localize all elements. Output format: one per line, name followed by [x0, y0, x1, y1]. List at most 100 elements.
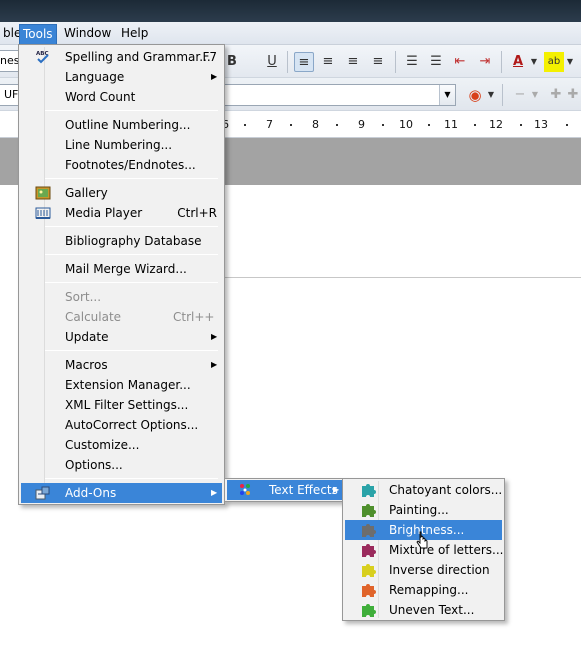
puzzle-piece-icon [362, 604, 376, 617]
ruler-number: 7 [266, 118, 273, 131]
bold-button[interactable]: B [222, 52, 242, 72]
chevron-down-icon[interactable]: ▼ [486, 85, 496, 105]
ruler-number: 11 [444, 118, 458, 131]
menu-item-bibliography[interactable]: Bibliography Database [21, 231, 222, 251]
menu-window[interactable]: Window [61, 26, 114, 43]
menu-item-chatoyant-colors[interactable]: Chatoyant colors... [345, 480, 502, 500]
submenu-arrow-icon: ▶ [211, 360, 218, 369]
menu-separator [45, 178, 218, 179]
menu-item-uneven-text[interactable]: Uneven Text... [345, 600, 502, 620]
ruler-number: 13 [534, 118, 548, 131]
menu-item-line-numbering[interactable]: Line Numbering... [21, 135, 222, 155]
ruler-tick [244, 124, 246, 126]
ruler-number: 9 [358, 118, 365, 131]
menu-item-inverse-direction[interactable]: Inverse direction [345, 560, 502, 580]
ruler-tick [382, 124, 384, 126]
align-center-button[interactable]: ≡ [318, 52, 338, 72]
menu-item-spelling[interactable]: ABC Spelling and Grammar... F7 [21, 47, 222, 67]
ruler-tick [290, 124, 292, 126]
decrease-indent-icon[interactable]: ⇤ [450, 52, 470, 72]
page-margin-line [224, 277, 581, 278]
puzzle-shape [362, 524, 376, 537]
menu-item-media-player[interactable]: Media Player Ctrl+R [21, 203, 222, 223]
ruler-tick [474, 124, 476, 126]
menu-item-sort: Sort... [65, 290, 102, 304]
add-ons-submenu: Text Effects ▶ [224, 478, 345, 502]
menu-separator [45, 350, 218, 351]
menu-item-add-ons[interactable]: Add-Ons ▶ [21, 483, 222, 503]
menu-separator [45, 226, 218, 227]
puzzle-piece-icon [362, 584, 376, 597]
submenu-arrow-icon: ▶ [211, 72, 218, 81]
toolbar-separator [501, 51, 502, 73]
font-name-box[interactable]: nes N [0, 50, 20, 72]
navigator-icon[interactable]: ◉ [465, 85, 485, 105]
underline-button[interactable]: U [262, 52, 282, 72]
mouse-cursor-icon [416, 531, 428, 549]
menu-item-update[interactable]: Update ▶ [21, 327, 222, 347]
menu-item-outline-numbering[interactable]: Outline Numbering... [21, 115, 222, 135]
font-color-icon[interactable]: A [508, 52, 528, 72]
menu-item-calculate: Calculate Ctrl++ [65, 310, 215, 324]
puzzle-piece-icon [362, 564, 376, 577]
submenu-arrow-icon: ▶ [211, 332, 218, 341]
menu-item-word-count[interactable]: Word Count [21, 87, 222, 107]
toolbar-separator [287, 51, 288, 73]
text-effects-icon [240, 484, 250, 495]
menu-item-macros[interactable]: Macros ▶ [21, 355, 222, 375]
align-right-button[interactable]: ≡ [343, 52, 363, 72]
add-ons-icon [35, 486, 50, 500]
url-field[interactable]: UF [0, 84, 20, 106]
menu-separator [45, 110, 218, 111]
menu-item-text-effects[interactable]: Text Effects ▶ [227, 480, 342, 500]
puzzle-piece-icon [362, 544, 376, 557]
ruler-tick [428, 124, 430, 126]
menu-item-painting[interactable]: Painting... [345, 500, 502, 520]
menu-help[interactable]: Help [118, 26, 151, 43]
justify-button[interactable]: ≡ [368, 52, 388, 72]
tools-menu: ABC Spelling and Grammar... F7 Language … [18, 44, 225, 505]
menu-separator [45, 254, 218, 255]
bullets-icon[interactable]: ☰ [426, 52, 446, 72]
puzzle-piece-icon [362, 504, 376, 517]
ruler-number: 12 [489, 118, 503, 131]
increase-indent-icon[interactable]: ⇥ [475, 52, 495, 72]
find-combobox[interactable]: ▼ [224, 84, 456, 106]
menu-item-remapping[interactable]: Remapping... [345, 580, 502, 600]
menu-item-gallery[interactable]: Gallery [21, 183, 222, 203]
ruler-tick [520, 124, 522, 126]
gallery-icon [35, 186, 51, 200]
menu-item-options[interactable]: Options... [21, 455, 222, 475]
menu-item-footnotes[interactable]: Footnotes/Endnotes... [21, 155, 222, 175]
abc-spellcheck-icon: ABC [36, 51, 49, 64]
chevron-down-icon[interactable]: ▼ [439, 85, 455, 105]
previous-icon[interactable]: − [510, 85, 530, 105]
menu-item-mail-merge[interactable]: Mail Merge Wizard... [21, 259, 222, 279]
align-left-button[interactable]: ≡ [294, 52, 314, 72]
menu-item-extension-manager[interactable]: Extension Manager... [21, 375, 222, 395]
chevron-down-icon[interactable]: ▼ [529, 52, 539, 72]
ruler-number: 8 [312, 118, 319, 131]
ruler-tick [566, 124, 568, 126]
puzzle-shape [362, 504, 376, 517]
menu-separator [45, 282, 218, 283]
chevron-down-icon[interactable]: ▼ [565, 52, 575, 72]
menu-bar: ble Tools Window Help [0, 22, 581, 45]
menu-item-xml-filter[interactable]: XML Filter Settings... [21, 395, 222, 415]
puzzle-piece-icon [362, 524, 376, 537]
menu-separator [45, 478, 218, 479]
find-icon[interactable]: ✚ [563, 85, 581, 105]
submenu-arrow-icon: ▶ [211, 488, 218, 497]
menu-item-language[interactable]: Language ▶ [21, 67, 222, 87]
toolbar-separator [395, 51, 396, 73]
media-player-icon [35, 207, 51, 219]
menu-item-autocorrect[interactable]: AutoCorrect Options... [21, 415, 222, 435]
menu-tools[interactable]: Tools [19, 24, 57, 45]
menu-item-customize[interactable]: Customize... [21, 435, 222, 455]
submenu-arrow-icon: ▶ [333, 485, 340, 494]
numbering-icon[interactable]: ☰ [402, 52, 422, 72]
puzzle-shape [362, 544, 376, 557]
highlight-icon[interactable]: ab [544, 52, 564, 72]
puzzle-shape [362, 584, 376, 597]
chevron-down-icon[interactable]: ▼ [530, 85, 540, 105]
